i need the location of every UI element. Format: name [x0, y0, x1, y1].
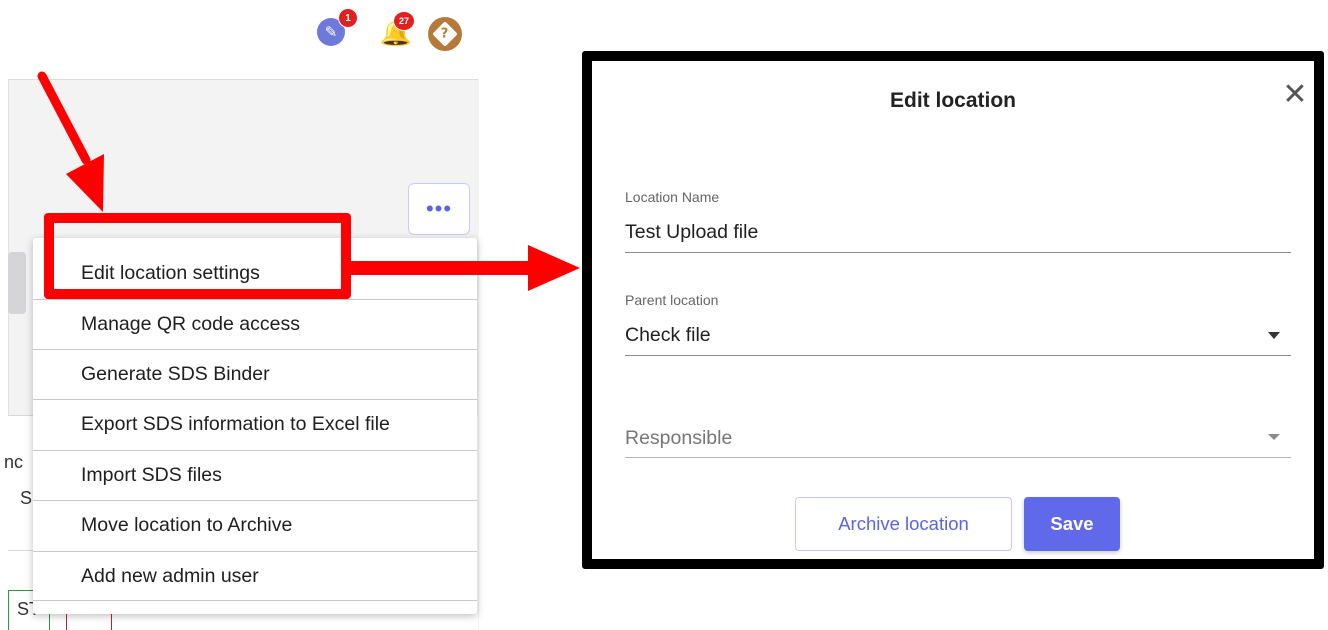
- chevron-down-icon[interactable]: [1268, 332, 1280, 339]
- parent-location-label: Parent location: [625, 292, 719, 308]
- chevron-down-icon[interactable]: [1268, 434, 1280, 440]
- annotation-arrowhead: [528, 245, 580, 291]
- annotation-arrow-right: [350, 261, 530, 275]
- edit-location-modal: Edit location ✕ Location Name Test Uploa…: [582, 51, 1324, 569]
- close-icon[interactable]: ✕: [1278, 77, 1312, 112]
- annotation-arrow-down: [37, 71, 91, 165]
- modal-title: Edit location: [890, 89, 1016, 112]
- location-name-label: Location Name: [625, 189, 720, 205]
- archive-location-button[interactable]: Archive location: [795, 497, 1012, 551]
- responsible-select[interactable]: Responsible: [625, 427, 732, 450]
- location-name-input[interactable]: Test Upload file: [625, 221, 758, 244]
- input-underline: [625, 355, 1291, 356]
- input-underline: [625, 457, 1291, 458]
- input-underline: [625, 252, 1291, 253]
- save-button[interactable]: Save: [1024, 497, 1120, 551]
- parent-location-select[interactable]: Check file: [625, 324, 711, 347]
